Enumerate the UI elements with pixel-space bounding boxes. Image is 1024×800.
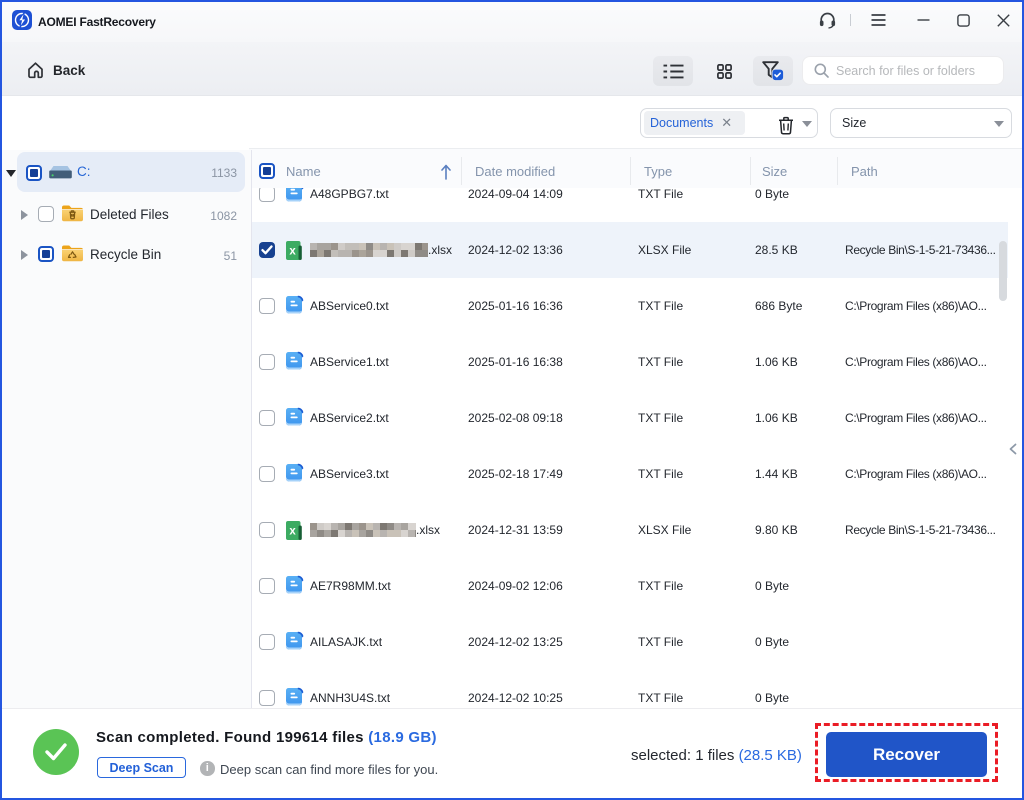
svg-text:x: x [289,526,296,538]
svg-text:x: x [289,246,296,258]
